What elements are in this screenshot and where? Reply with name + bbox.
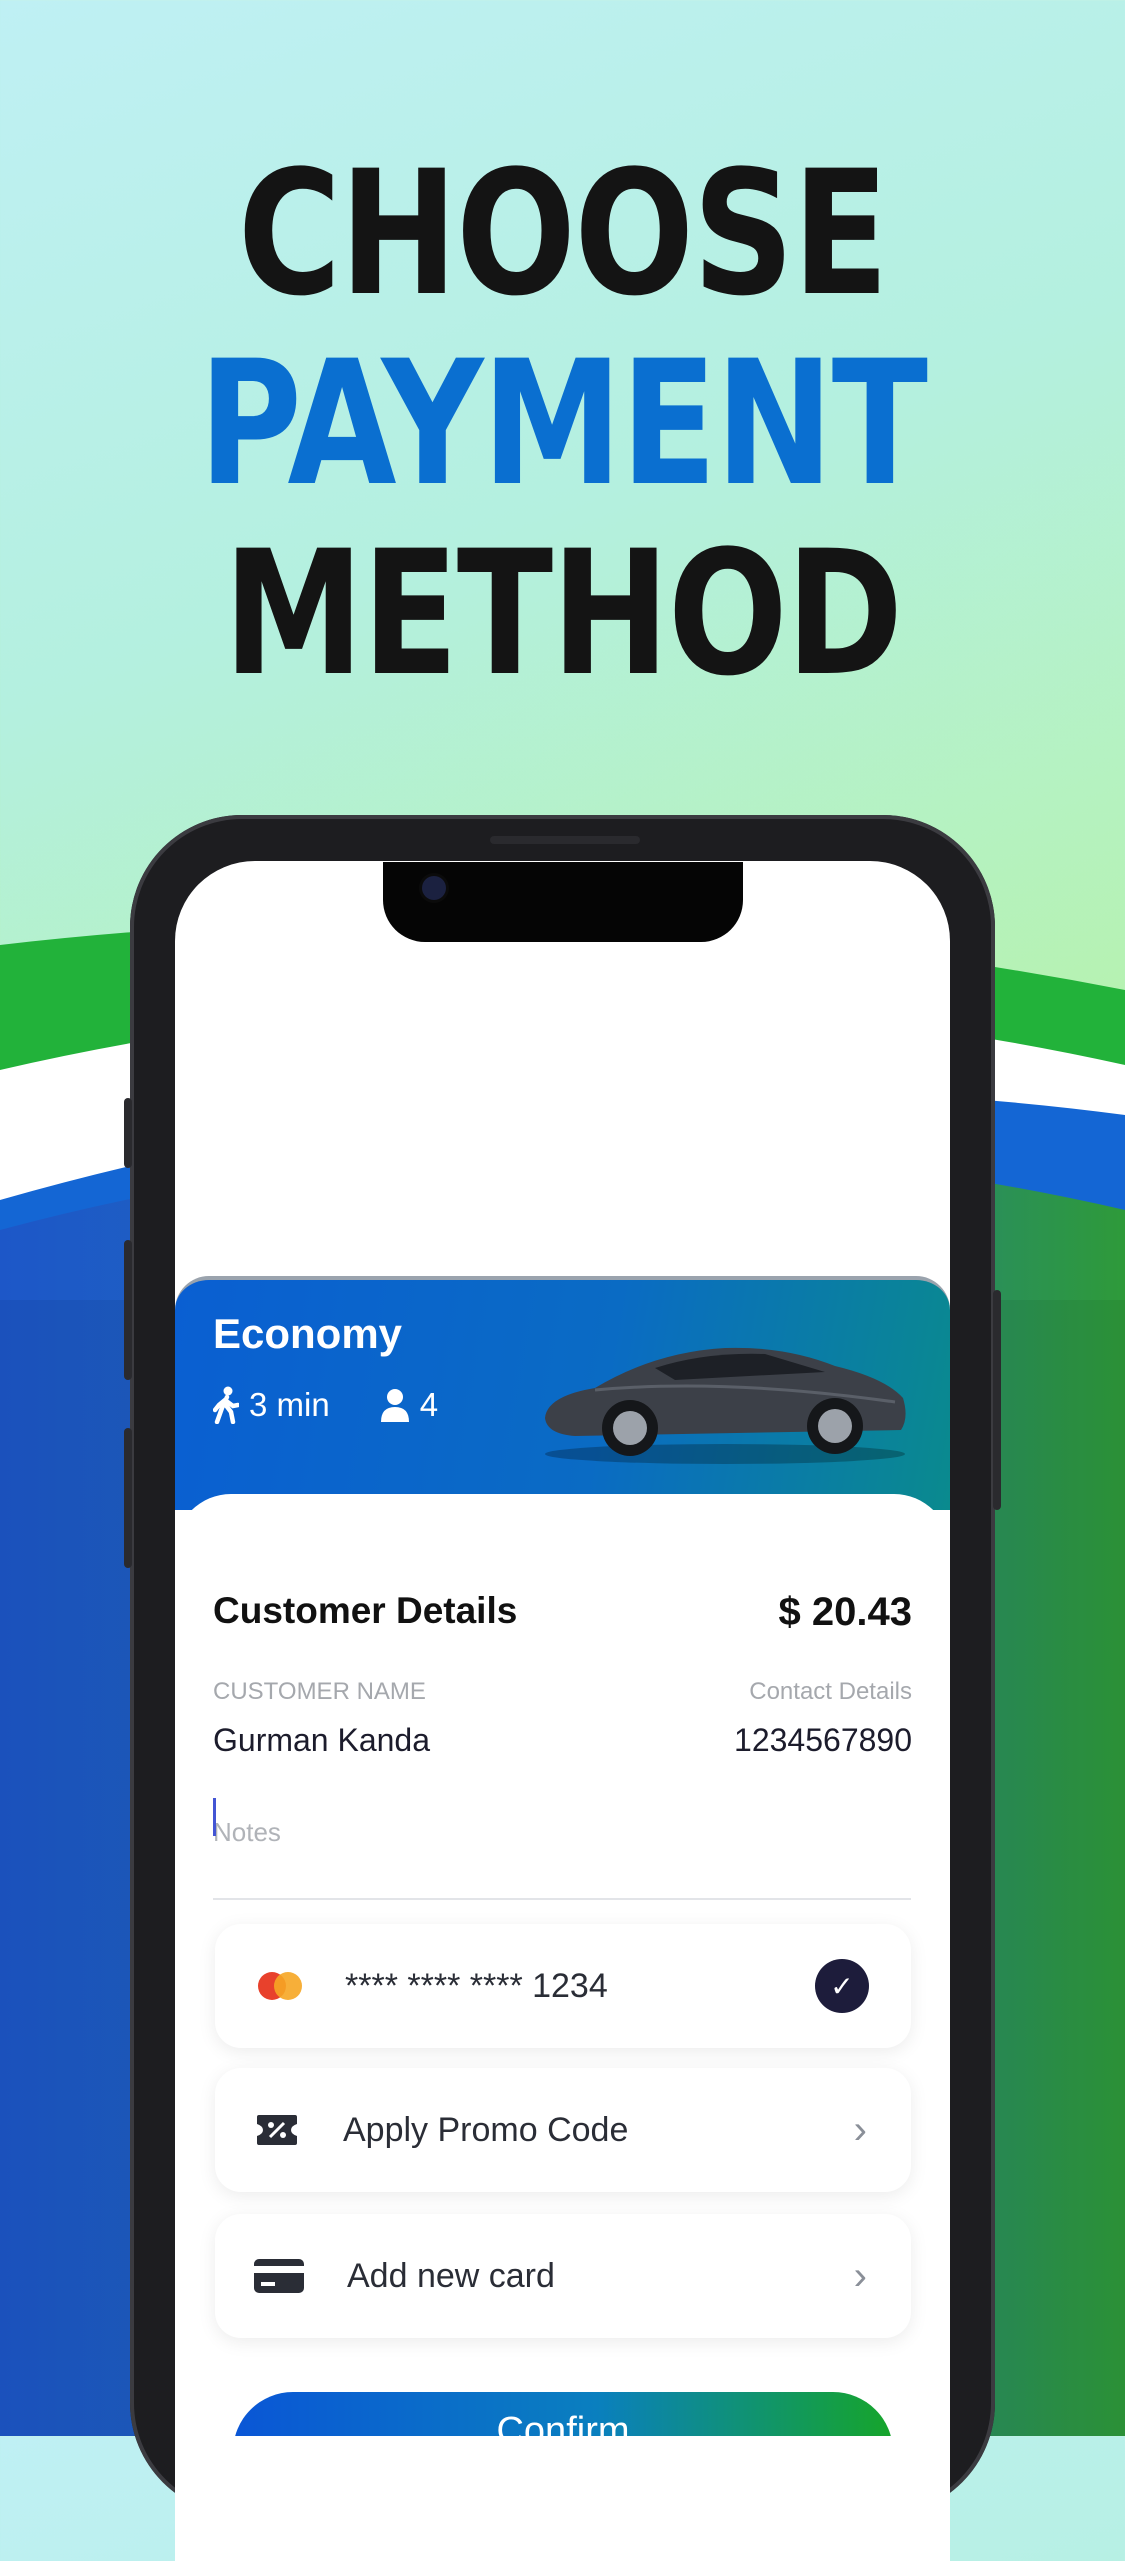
phone-volume-up xyxy=(124,1240,132,1380)
ride-meta: 3 min 4 xyxy=(213,1386,438,1424)
card-number: **** **** **** 1234 xyxy=(345,1966,608,2005)
add-card-label: Add new card xyxy=(347,2256,555,2295)
contact-details-value: 1234567890 xyxy=(734,1722,912,1758)
apply-promo-code-row[interactable]: Apply Promo Code › xyxy=(215,2068,911,2192)
section-title: Customer Details xyxy=(213,1590,518,1631)
phone-power-button xyxy=(993,1290,1001,1510)
notes-input[interactable] xyxy=(213,1794,911,1900)
promo-ticket-icon xyxy=(257,2115,297,2145)
customer-name-label: CUSTOMER NAME xyxy=(213,1678,426,1705)
ride-seats: 4 xyxy=(419,1386,439,1423)
payment-card-row[interactable]: **** **** **** 1234 ✓ xyxy=(215,1924,911,2048)
person-icon xyxy=(380,1389,409,1422)
text-caret xyxy=(213,1798,216,1836)
confirm-button[interactable]: Confirm xyxy=(233,2392,893,2436)
credit-card-icon xyxy=(254,2259,304,2293)
ride-price: $ 20.43 xyxy=(778,1590,912,1634)
chevron-right-icon: › xyxy=(853,2107,867,2152)
mastercard-icon xyxy=(258,1972,302,2000)
contact-details-label: Contact Details xyxy=(749,1678,912,1705)
walking-person-icon xyxy=(213,1386,239,1424)
phone-volume-down xyxy=(124,1428,132,1568)
chevron-right-icon: › xyxy=(853,2253,867,2298)
ride-title: Economy xyxy=(213,1310,403,1357)
selected-check-icon[interactable]: ✓ xyxy=(815,1959,869,2013)
add-new-card-row[interactable]: Add new card › xyxy=(215,2214,911,2338)
app-content: Economy 3 min 4 Customer Details $ 20.43… xyxy=(175,0,950,2436)
ride-eta: 3 min xyxy=(249,1386,330,1423)
phone-side-button xyxy=(124,1098,132,1168)
promo-code-label: Apply Promo Code xyxy=(343,2110,629,2149)
car-image xyxy=(545,1347,906,1464)
customer-name-value: Gurman Kanda xyxy=(213,1722,431,1758)
